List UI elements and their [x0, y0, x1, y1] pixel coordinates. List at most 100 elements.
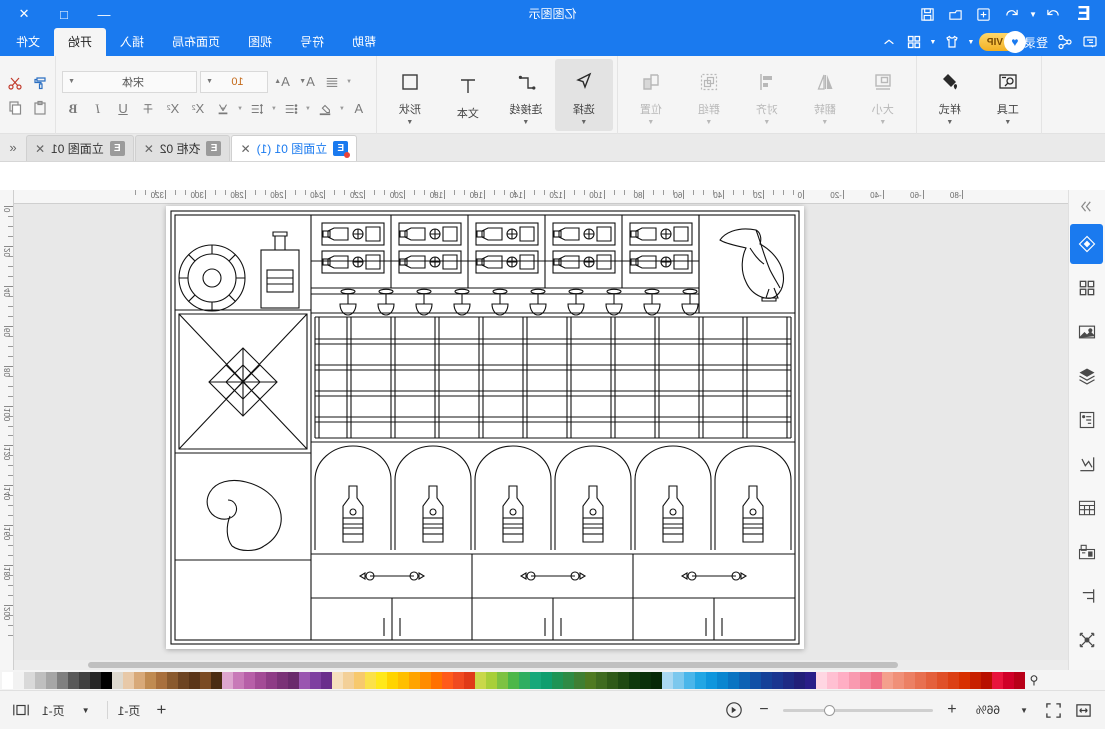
sidebar-item-align[interactable] — [1071, 576, 1104, 616]
page-indicator[interactable]: 页-1 — [42, 702, 65, 719]
color-swatch[interactable] — [222, 671, 233, 689]
share-icon[interactable] — [1054, 31, 1076, 53]
apps-dropdown-icon[interactable]: ▼ — [928, 39, 938, 46]
theme-shirt-icon[interactable] — [941, 31, 963, 53]
maximize-button[interactable]: □ — [44, 0, 84, 28]
color-swatch[interactable] — [211, 671, 222, 689]
color-swatch[interactable] — [541, 671, 552, 689]
page-dropdown-icon[interactable]: ▼ — [75, 699, 97, 721]
zoom-level-label[interactable]: 66% — [971, 703, 1005, 717]
color-swatch[interactable] — [739, 671, 750, 689]
color-swatch[interactable] — [959, 671, 970, 689]
tab-fuhao[interactable]: 符号 — [286, 28, 338, 56]
redo-dropdown-icon[interactable]: ▼ — [1027, 10, 1039, 19]
color-swatch[interactable] — [1014, 671, 1025, 689]
color-swatch[interactable] — [662, 671, 673, 689]
connector-dropdown-icon[interactable]: ▼ — [522, 119, 529, 126]
tab-yemianbuju[interactable]: 页面布局 — [158, 28, 234, 56]
color-swatch[interactable] — [860, 671, 871, 689]
color-swatch[interactable] — [409, 671, 420, 689]
zoom-out-icon[interactable]: − — [753, 699, 775, 721]
color-swatch[interactable] — [46, 671, 57, 689]
increase-font-icon[interactable]: A ▲ — [271, 71, 293, 93]
highlight-caret-icon[interactable]: ▼ — [305, 106, 311, 112]
position-button[interactable]: 位置 ▼ — [622, 59, 680, 131]
color-swatch[interactable] — [57, 671, 68, 689]
superscript-icon[interactable]: X2 — [162, 98, 184, 120]
tools-button[interactable]: 工具 ▼ — [979, 59, 1037, 131]
new-icon[interactable] — [971, 1, 997, 27]
color-swatch[interactable] — [651, 671, 662, 689]
zoom-dropdown-icon[interactable]: ▼ — [1013, 699, 1035, 721]
color-swatch[interactable] — [937, 671, 948, 689]
color-swatch[interactable] — [805, 671, 816, 689]
zoom-slider-knob[interactable] — [824, 704, 835, 716]
color-swatch[interactable] — [266, 671, 277, 689]
sidebar-item-chart[interactable] — [1071, 444, 1104, 484]
color-swatch[interactable] — [607, 671, 618, 689]
color-swatch[interactable] — [387, 671, 398, 689]
position-dropdown-icon[interactable]: ▼ — [647, 119, 654, 126]
shape-tool-button[interactable]: 形状 ▼ — [381, 59, 439, 131]
color-swatch[interactable] — [530, 671, 541, 689]
color-swatch[interactable] — [453, 671, 464, 689]
color-swatch[interactable] — [893, 671, 904, 689]
sidebar-item-table[interactable] — [1071, 488, 1104, 528]
color-swatch[interactable] — [640, 671, 651, 689]
minimize-button[interactable]: — — [84, 0, 124, 28]
horizontal-scroll-thumb[interactable] — [88, 662, 898, 668]
color-swatch[interactable] — [717, 671, 728, 689]
doc-tab-close-icon[interactable]: ✕ — [35, 142, 45, 156]
paste-icon[interactable] — [29, 97, 51, 119]
color-swatch[interactable] — [167, 671, 178, 689]
color-swatch[interactable] — [420, 671, 431, 689]
line-spacing-icon[interactable] — [246, 98, 268, 120]
canvas-area[interactable]: -20 -40 -60 -80 0 20 40 60 80 100 120 140 160 180 200 2… — [0, 190, 1068, 670]
align-dropdown-icon[interactable]: ▼ — [763, 119, 770, 126]
color-swatch[interactable] — [794, 671, 805, 689]
color-swatch[interactable] — [519, 671, 530, 689]
color-swatch[interactable] — [585, 671, 596, 689]
color-swatch[interactable] — [508, 671, 519, 689]
color-swatch[interactable] — [288, 671, 299, 689]
folder-icon[interactable] — [943, 1, 969, 27]
color-swatch[interactable] — [838, 671, 849, 689]
color-swatch[interactable] — [1003, 671, 1014, 689]
sidebar-item-layers[interactable] — [1071, 356, 1104, 396]
tools-dropdown-icon[interactable]: ▼ — [1004, 119, 1011, 126]
color-swatch[interactable] — [992, 671, 1003, 689]
color-swatch[interactable] — [552, 671, 563, 689]
redo-icon[interactable] — [1041, 1, 1067, 27]
color-swatch[interactable] — [101, 671, 112, 689]
color-swatch[interactable] — [431, 671, 442, 689]
color-swatch[interactable] — [596, 671, 607, 689]
grid-apps-icon[interactable] — [903, 31, 925, 53]
color-swatch[interactable] — [772, 671, 783, 689]
color-swatch[interactable] — [882, 671, 893, 689]
color-swatch[interactable] — [310, 671, 321, 689]
color-swatch[interactable] — [68, 671, 79, 689]
size-dropdown-icon[interactable]: ▼ — [879, 119, 886, 126]
group-button[interactable]: 群组 ▼ — [680, 59, 738, 131]
sidebar-expand[interactable] — [1071, 192, 1104, 220]
color-swatch[interactable] — [871, 671, 882, 689]
color-swatch[interactable] — [255, 671, 266, 689]
font-color-caret-icon[interactable]: ▼ — [339, 106, 345, 112]
bullet-list-icon[interactable] — [280, 98, 302, 120]
color-swatch[interactable] — [343, 671, 354, 689]
fit-page-icon[interactable] — [1043, 699, 1065, 721]
color-swatch[interactable] — [134, 671, 145, 689]
color-swatch[interactable] — [915, 671, 926, 689]
font-color-icon[interactable]: A — [348, 98, 370, 120]
tabs-collapse-icon[interactable]: « — [0, 133, 26, 161]
underline-icon[interactable]: U — [112, 98, 134, 120]
color-swatch[interactable] — [563, 671, 574, 689]
text-align-caret-icon[interactable]: ▼ — [346, 79, 352, 85]
zoom-in-icon[interactable]: + — [941, 699, 963, 721]
color-swatch[interactable] — [750, 671, 761, 689]
color-swatch[interactable] — [728, 671, 739, 689]
horizontal-ruler[interactable]: -20 -40 -60 -80 0 20 40 60 80 100 120 140 160 180 200 2… — [0, 190, 1068, 204]
sidebar-item-images[interactable] — [1071, 312, 1104, 352]
font-size-select[interactable]: ▼ 10 — [200, 70, 268, 93]
color-swatch[interactable] — [123, 671, 134, 689]
